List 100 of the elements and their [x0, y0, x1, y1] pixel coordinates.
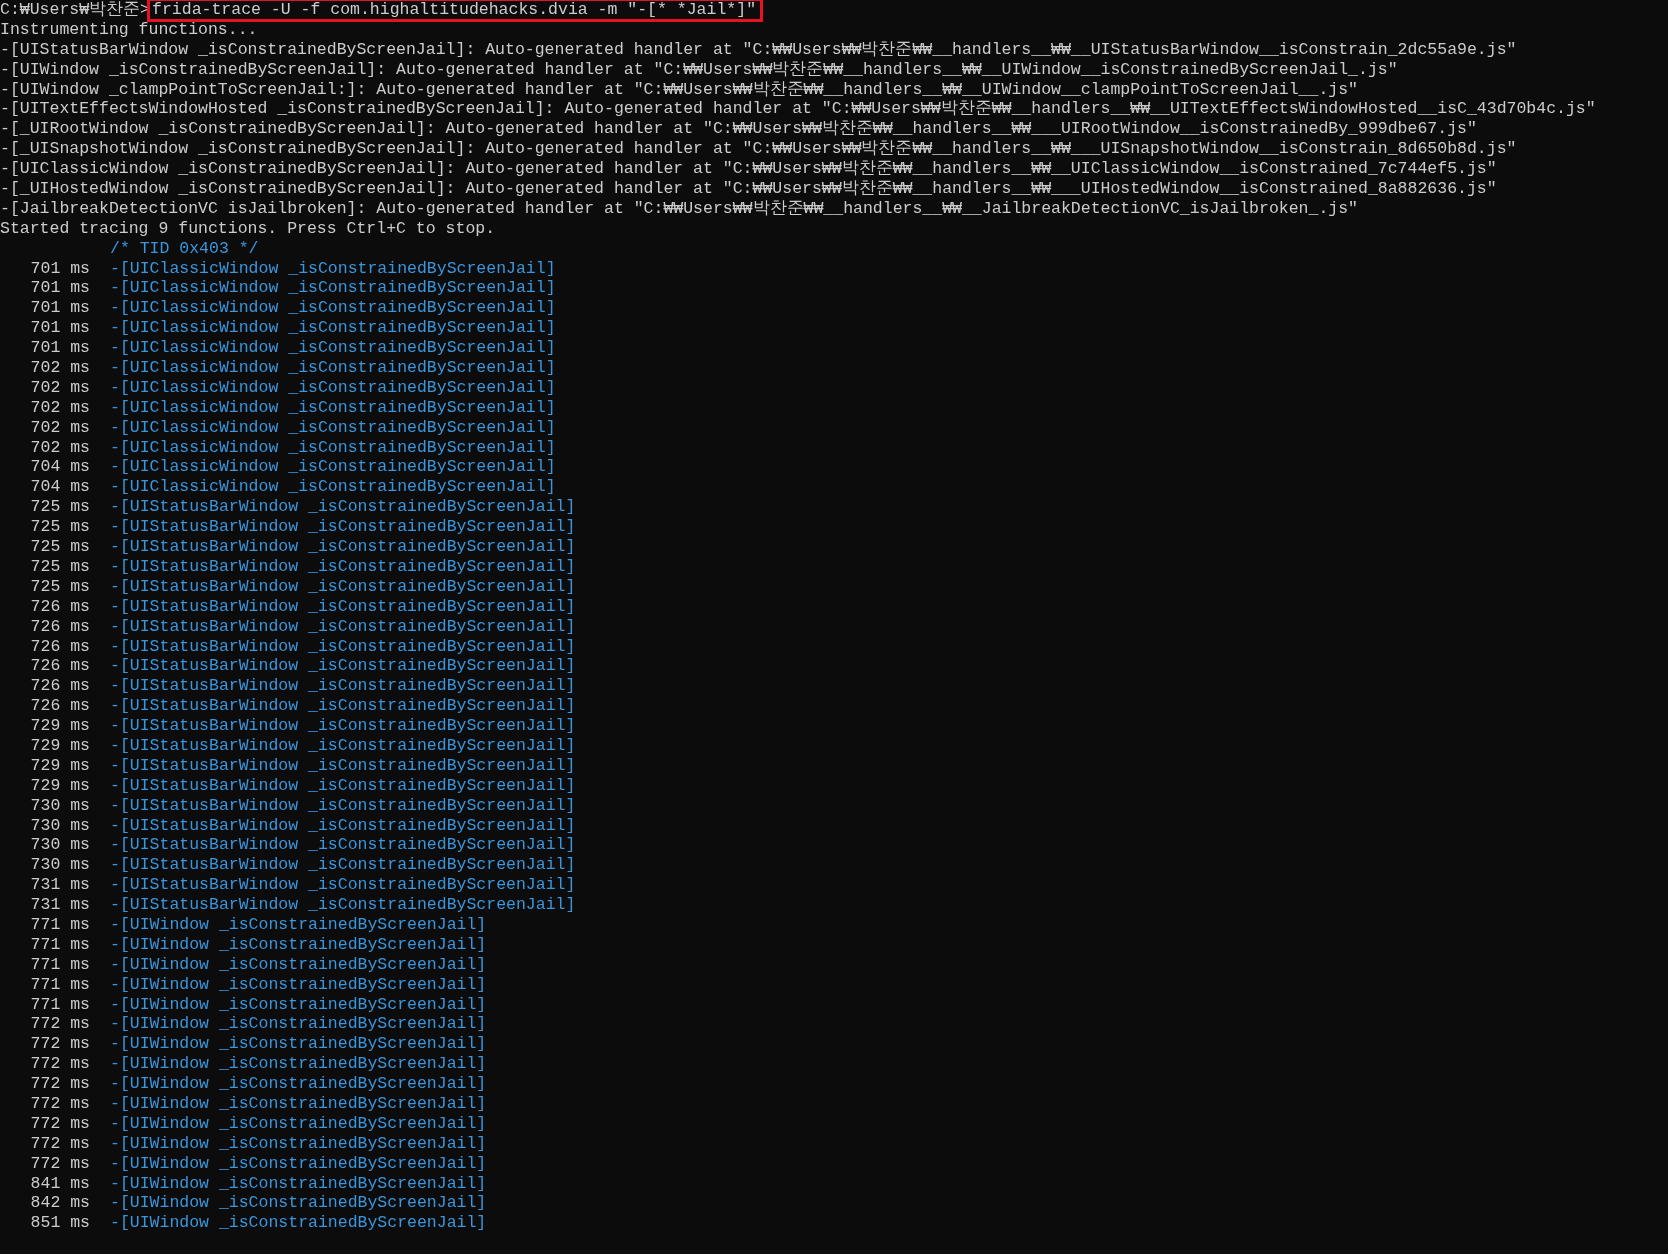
- console-line: -[_UISnapshotWindow _isConstrainedByScreenJail]: Auto-generated handler at "C:₩₩Users₩₩박찬준₩₩__handlers__₩₩___UISnapshotWindow__isConstrain_8d650b8d.js": [0, 139, 1518, 160]
- trace-call: -[UIWindow _isConstrainedByScreenJail]: [110, 1113, 487, 1134]
- trace-call: -[UIClassicWindow _isConstrainedByScreenJail]: [110, 258, 556, 279]
- trace-call: -[UIStatusBarWindow _isConstrainedByScreenJail]: [110, 716, 576, 736]
- trace-call: -[UIStatusBarWindow _isConstrainedByScreenJail]: [110, 815, 576, 836]
- trace-call: -[UIWindow _isConstrainedByScreenJail]: [110, 994, 487, 1015]
- trace-call: -[UIStatusBarWindow _isConstrainedByScreenJail]: [110, 895, 576, 915]
- console-line: -[UIClassicWindow _isConstrainedByScreenJail]: Auto-generated handler at "C:₩₩Users₩₩박찬준₩₩__handlers__₩₩__UIClassicWindow__isConstrained_7c744ef5.js": [0, 159, 1498, 179]
- trace-time: 729 ms: [29, 735, 90, 756]
- trace-time: 726 ms: [29, 696, 90, 717]
- console-line: -[JailbreakDetectionVC isJailbroken]: Auto-generated handler at "C:₩₩Users₩₩박찬준₩₩__handlers__₩₩__JailbreakDetectionVC_isJailbroken_.js": [0, 198, 1359, 219]
- trace-time: 771 ms: [29, 974, 90, 995]
- trace-call: -[UIStatusBarWindow _isConstrainedByScreenJail]: [110, 537, 576, 557]
- trace-time: 771 ms: [29, 994, 90, 1015]
- trace-time: 726 ms: [29, 596, 90, 617]
- trace-call: -[UIStatusBarWindow _isConstrainedByScreenJail]: [110, 616, 576, 637]
- console-line: -[UIWindow _isConstrainedByScreenJail]: Auto-generated handler at "C:₩₩Users₩₩박찬준₩₩__handlers__₩₩__UIWindow__isConstrainedByScreenJail_.js": [0, 59, 1399, 80]
- trace-call: -[UIClassicWindow _isConstrainedByScreenJail]: [110, 377, 556, 398]
- trace-time: 725 ms: [29, 556, 90, 577]
- trace-call: -[UIStatusBarWindow _isConstrainedByScreenJail]: [110, 795, 576, 816]
- trace-call: -[UIWindow _isConstrainedByScreenJail]: [110, 1054, 487, 1075]
- trace-time: 702 ms: [29, 377, 90, 398]
- trace-call: -[UIWindow _isConstrainedByScreenJail]: [110, 1173, 487, 1194]
- trace-call: -[UIStatusBarWindow _isConstrainedByScreenJail]: [110, 636, 576, 657]
- trace-call: -[UIWindow _isConstrainedByScreenJail]: [110, 954, 487, 975]
- trace-call: -[UIStatusBarWindow _isConstrainedByScreenJail]: [110, 517, 576, 538]
- trace-time: 701 ms: [29, 298, 90, 319]
- trace-time: 725 ms: [29, 537, 90, 557]
- trace-time: 771 ms: [29, 914, 90, 935]
- trace-time: 841 ms: [29, 1173, 90, 1194]
- trace-call: -[UIClassicWindow _isConstrainedByScreenJail]: [110, 437, 556, 458]
- trace-call: -[UIClassicWindow _isConstrainedByScreenJail]: [110, 477, 556, 498]
- trace-call: -[UIClassicWindow _isConstrainedByScreenJail]: [110, 298, 556, 319]
- trace-time: 772 ms: [29, 1014, 90, 1035]
- console-line: -[_UIHostedWindow _isConstrainedByScreenJail]: Auto-generated handler at "C:₩₩Users₩₩박찬준₩₩__handlers__₩₩___UIHostedWindow__isConstrained_8a882636.js": [0, 179, 1498, 199]
- trace-time: 704 ms: [29, 477, 90, 498]
- trace-call: -[UIStatusBarWindow _isConstrainedByScreenJail]: [110, 775, 576, 796]
- trace-call: -[UIClassicWindow _isConstrainedByScreenJail]: [110, 397, 556, 418]
- trace-time: 726 ms: [29, 676, 90, 697]
- trace-call: -[UIWindow _isConstrainedByScreenJail]: [110, 1133, 487, 1154]
- trace-call: -[UIStatusBarWindow _isConstrainedByScreenJail]: [110, 875, 576, 896]
- trace-time: 702 ms: [29, 437, 90, 458]
- trace-time: 702 ms: [29, 417, 90, 438]
- trace-time: 772 ms: [29, 1074, 90, 1094]
- trace-call: -[UIClassicWindow _isConstrainedByScreenJail]: [110, 278, 556, 299]
- console-line: -[_UIRootWindow _isConstrainedByScreenJail]: Auto-generated handler at "C:₩₩Users₩₩박찬준₩₩__handlers__₩₩___UIRootWindow__isConstrainedBy_999dbe67.js": [0, 119, 1478, 140]
- trace-call: -[UIStatusBarWindow _isConstrainedByScreenJail]: [110, 556, 576, 577]
- trace-time: 771 ms: [29, 934, 90, 955]
- trace-call: -[UIStatusBarWindow _isConstrainedByScreenJail]: [110, 735, 576, 756]
- console-line: Instrumenting functions...: [0, 19, 259, 40]
- trace-call: -[UIWindow _isConstrainedByScreenJail]: [110, 1094, 487, 1114]
- trace-time: 729 ms: [29, 755, 90, 776]
- trace-call: -[UIWindow _isConstrainedByScreenJail]: [110, 934, 487, 955]
- trace-time: 772 ms: [29, 1054, 90, 1075]
- trace-call: -[UIClassicWindow _isConstrainedByScreenJail]: [110, 318, 556, 339]
- trace-time: 702 ms: [29, 358, 90, 378]
- trace-time: 725 ms: [29, 576, 90, 597]
- thread-comment: /* TID 0x403 */: [110, 238, 259, 259]
- trace-time: 730 ms: [29, 795, 90, 816]
- trace-time: 771 ms: [29, 954, 90, 975]
- trace-time: 701 ms: [29, 318, 90, 339]
- console-line: Started tracing 9 functions. Press Ctrl+C to stop.: [0, 218, 497, 239]
- trace-call: -[UIClassicWindow _isConstrainedByScreenJail]: [110, 417, 556, 438]
- trace-time: 701 ms: [29, 338, 90, 359]
- trace-time: 704 ms: [29, 457, 90, 478]
- trace-call: -[UIStatusBarWindow _isConstrainedByScreenJail]: [110, 676, 576, 697]
- console-line: -[UIStatusBarWindow _isConstrainedByScreenJail]: Auto-generated handler at "C:₩₩Users₩₩박찬준₩₩__handlers__₩₩__UIStatusBarWindow__isConstrain_2dc55a9e.js": [0, 39, 1518, 60]
- trace-call: -[UIWindow _isConstrainedByScreenJail]: [110, 1034, 487, 1055]
- trace-call: -[UIStatusBarWindow _isConstrainedByScreenJail]: [110, 576, 576, 597]
- trace-time: 701 ms: [29, 278, 90, 299]
- trace-call: -[UIClassicWindow _isConstrainedByScreenJail]: [110, 457, 556, 478]
- trace-call: -[UIClassicWindow _isConstrainedByScreenJail]: [110, 338, 556, 359]
- trace-call: -[UIStatusBarWindow _isConstrainedByScreenJail]: [110, 596, 576, 617]
- trace-call: -[UIStatusBarWindow _isConstrainedByScreenJail]: [110, 497, 576, 518]
- trace-time: 726 ms: [29, 636, 90, 657]
- trace-call: -[UIStatusBarWindow _isConstrainedByScreenJail]: [110, 755, 576, 776]
- trace-call: -[UIWindow _isConstrainedByScreenJail]: [110, 1074, 487, 1094]
- trace-time: 842 ms: [29, 1193, 90, 1214]
- trace-time: 772 ms: [29, 1034, 90, 1055]
- command-text: frida-trace -U -f com.highaltitudehacks.dvia -m "-[* *Jail*]": [150, 0, 761, 19]
- trace-time: 701 ms: [29, 258, 90, 279]
- trace-time: 851 ms: [29, 1213, 90, 1234]
- trace-call: -[UIStatusBarWindow _isConstrainedByScreenJail]: [110, 855, 576, 876]
- trace-time: 726 ms: [29, 656, 90, 677]
- trace-call: -[UIWindow _isConstrainedByScreenJail]: [110, 914, 487, 935]
- trace-call: -[UIStatusBarWindow _isConstrainedByScreenJail]: [110, 696, 576, 717]
- trace-time: 725 ms: [29, 517, 90, 538]
- trace-call: -[UIWindow _isConstrainedByScreenJail]: [110, 1153, 487, 1174]
- trace-time: 730 ms: [29, 815, 90, 836]
- prompt-path: C:₩Users₩박찬준>: [0, 0, 151, 20]
- trace-call: -[UIClassicWindow _isConstrainedByScreenJail]: [110, 358, 556, 378]
- trace-call: -[UIWindow _isConstrainedByScreenJail]: [110, 1213, 487, 1234]
- trace-call: -[UIStatusBarWindow _isConstrainedByScreenJail]: [110, 835, 576, 856]
- trace-time: 731 ms: [29, 895, 90, 915]
- trace-call: -[UIWindow _isConstrainedByScreenJail]: [110, 1193, 487, 1214]
- trace-time: 702 ms: [29, 397, 90, 418]
- trace-call: -[UIStatusBarWindow _isConstrainedByScreenJail]: [110, 656, 576, 677]
- trace-call: -[UIWindow _isConstrainedByScreenJail]: [110, 1014, 487, 1035]
- trace-time: 729 ms: [29, 775, 90, 796]
- trace-time: 772 ms: [29, 1133, 90, 1154]
